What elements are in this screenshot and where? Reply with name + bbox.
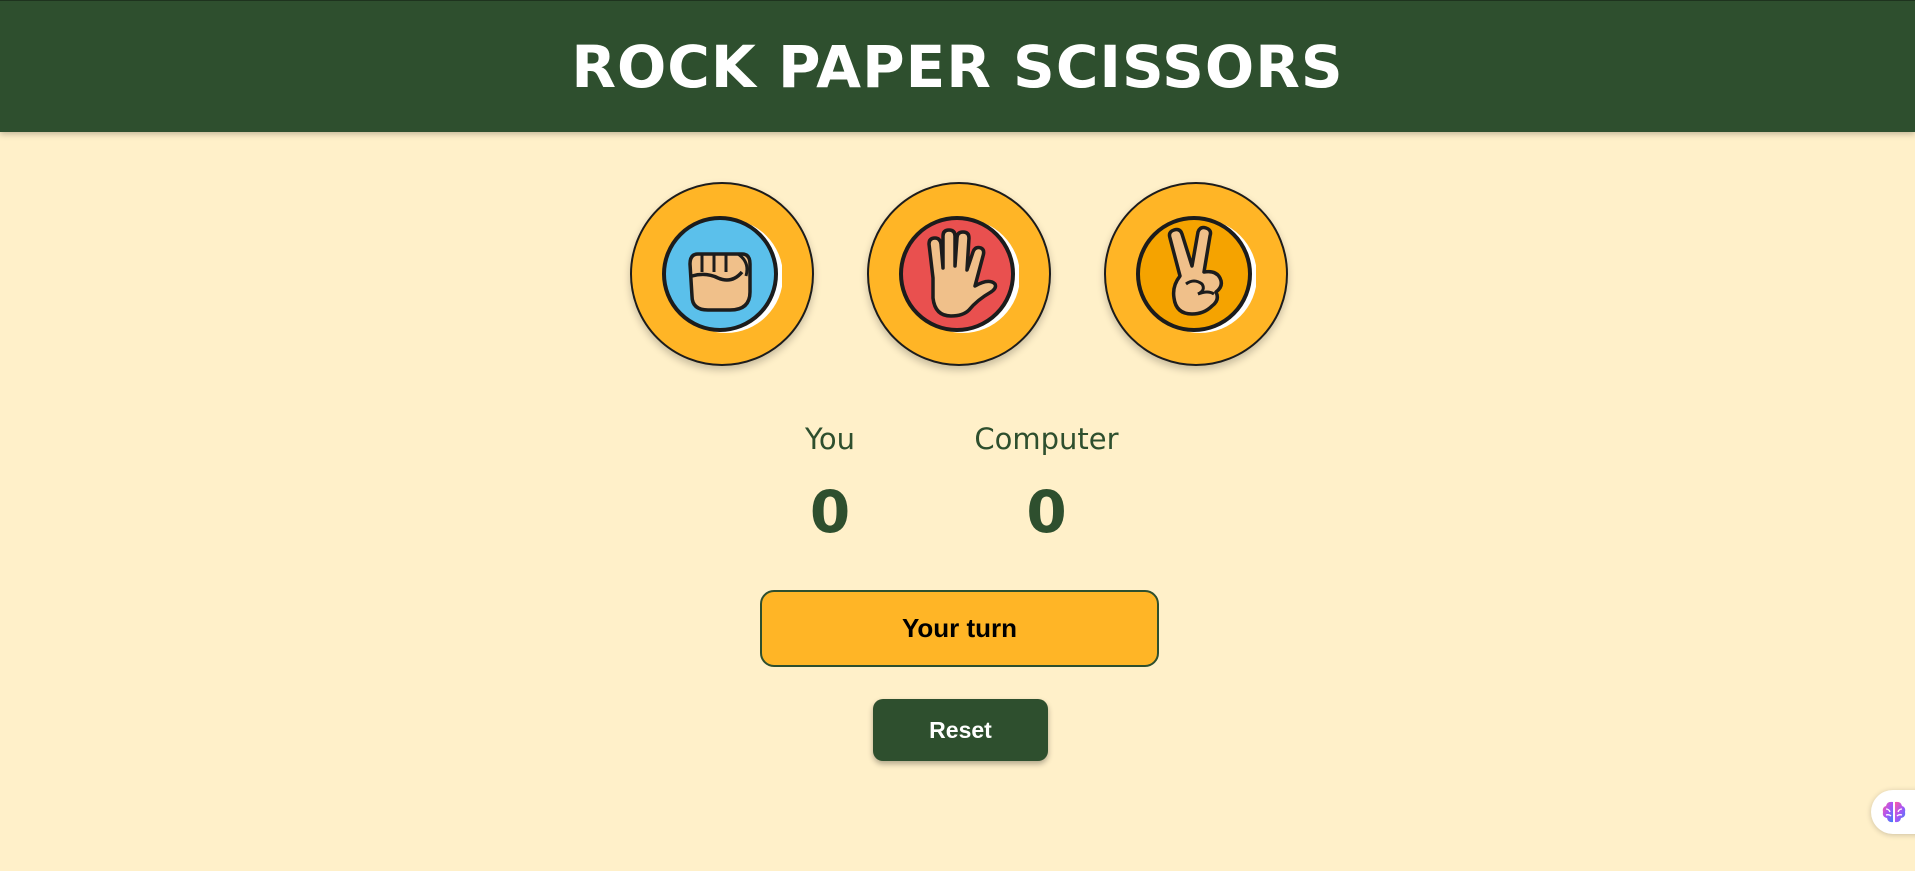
reset-button[interactable]: Reset xyxy=(873,699,1048,761)
brain-icon xyxy=(1882,801,1906,823)
computer-score: 0 xyxy=(1026,478,1067,546)
computer-label: Computer xyxy=(974,422,1119,456)
scissors-button[interactable] xyxy=(1104,182,1288,366)
rock-fist-icon xyxy=(662,216,782,333)
page-title: ROCK PAPER SCISSORS xyxy=(571,32,1344,101)
turn-status-text: Your turn xyxy=(901,613,1018,643)
paper-button[interactable] xyxy=(867,182,1051,366)
turn-status: Your turn xyxy=(760,590,1159,667)
rock-button[interactable] xyxy=(630,182,814,366)
extension-button[interactable] xyxy=(1871,790,1915,834)
player-score: 0 xyxy=(809,478,851,546)
paper-hand-icon xyxy=(899,216,1019,333)
page-header: ROCK PAPER SCISSORS xyxy=(0,0,1915,132)
scissors-peace-icon xyxy=(1136,216,1256,333)
player-label: You xyxy=(805,422,855,456)
